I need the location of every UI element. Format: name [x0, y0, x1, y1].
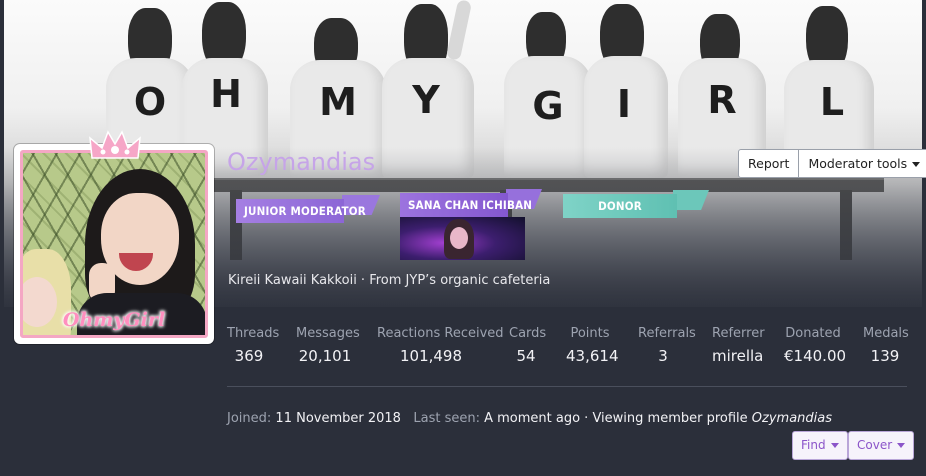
cover-button[interactable]: Cover [848, 431, 915, 460]
profile-stats: Threads 369 Messages 20,101 Reactions Re… [227, 326, 909, 374]
stat-referrer[interactable]: Referrer mirella [712, 326, 765, 365]
caret-down-icon [897, 443, 906, 448]
cover-letter: O [133, 80, 167, 124]
stat-donated[interactable]: Donated €140.00 [784, 326, 847, 365]
last-seen-value: A moment ago · Viewing member profile [484, 411, 748, 426]
stat-value: 139 [870, 347, 900, 365]
avatar[interactable]: OhmyGirl [14, 144, 214, 344]
banner-donor: DONOR [563, 190, 709, 218]
caret-down-icon [912, 162, 921, 167]
moderator-tools-label: Moderator tools [808, 156, 908, 171]
joined-date: 11 November 2018 [275, 411, 401, 426]
crown-icon [89, 130, 141, 159]
cover-letter: G [532, 84, 564, 128]
avatar-logo-text: OhmyGirl [62, 309, 166, 331]
stat-value: 54 [516, 347, 536, 365]
stat-value: €140.00 [784, 347, 847, 365]
stat-value: 3 [658, 347, 668, 365]
stat-label: Threads [227, 326, 280, 341]
stat-value: 101,498 [399, 347, 463, 365]
cover-letter: Y [412, 78, 440, 122]
joined-label: Joined: [227, 411, 272, 426]
stat-reactions-received[interactable]: Reactions Received 101,498 [377, 326, 504, 365]
banner-label: JUNIOR MODERATOR [244, 204, 366, 218]
find-label: Find [801, 438, 826, 452]
stat-label: Cards [509, 326, 547, 341]
banner-label: SANA CHAN ICHIBAN [408, 198, 533, 212]
cover-letter: I [616, 82, 632, 126]
stat-label: Points [570, 326, 610, 341]
stat-messages[interactable]: Messages 20,101 [296, 326, 360, 365]
stat-referrals[interactable]: Referrals 3 [638, 326, 696, 365]
username[interactable]: Ozymandias [227, 148, 375, 176]
stat-label: Referrals [638, 326, 696, 341]
banner-sana-chan-ichiban: SANA CHAN ICHIBAN [400, 189, 542, 217]
stat-medals[interactable]: Medals 139 [863, 326, 909, 365]
moderator-tools-button[interactable]: Moderator tools [799, 149, 926, 178]
banner-label: DONOR [598, 199, 642, 213]
report-button[interactable]: Report [738, 149, 800, 178]
cover-letter: R [707, 78, 737, 122]
cover-label: Cover [857, 438, 893, 452]
caret-down-icon [830, 443, 839, 448]
stat-label: Medals [863, 326, 909, 341]
last-seen-label: Last seen: [413, 411, 480, 426]
stat-value: 369 [234, 347, 264, 365]
cover-letter: L [819, 80, 845, 124]
stat-label: Referrer [712, 326, 765, 341]
stat-value: 20,101 [298, 347, 352, 365]
stat-value: 43,614 [566, 347, 619, 365]
stat-threads[interactable]: Threads 369 [227, 326, 280, 365]
member-meta: Joined: 11 November 2018 Last seen: A mo… [227, 411, 832, 426]
stat-points[interactable]: Points 43,614 [566, 326, 619, 365]
stat-cards[interactable]: Cards 54 [509, 326, 547, 365]
find-button[interactable]: Find [792, 431, 848, 460]
avatar-image: OhmyGirl [20, 150, 208, 338]
banner-image [400, 217, 525, 260]
cover-letter: H [210, 72, 242, 116]
divider [227, 386, 907, 387]
stat-label: Donated [785, 326, 841, 341]
banner-junior-moderator: JUNIOR MODERATOR [236, 195, 380, 223]
profile-actions: Report Moderator tools [738, 149, 926, 178]
stat-label: Messages [296, 326, 360, 341]
stat-label: Reactions Received [377, 326, 504, 341]
profile-tagline: Kireii Kawaii Kakkoii · From JYP’s organ… [228, 273, 551, 288]
cover-letter: M [319, 80, 357, 124]
last-seen-target[interactable]: Ozymandias [752, 411, 832, 426]
stat-value: mirella [712, 347, 764, 365]
